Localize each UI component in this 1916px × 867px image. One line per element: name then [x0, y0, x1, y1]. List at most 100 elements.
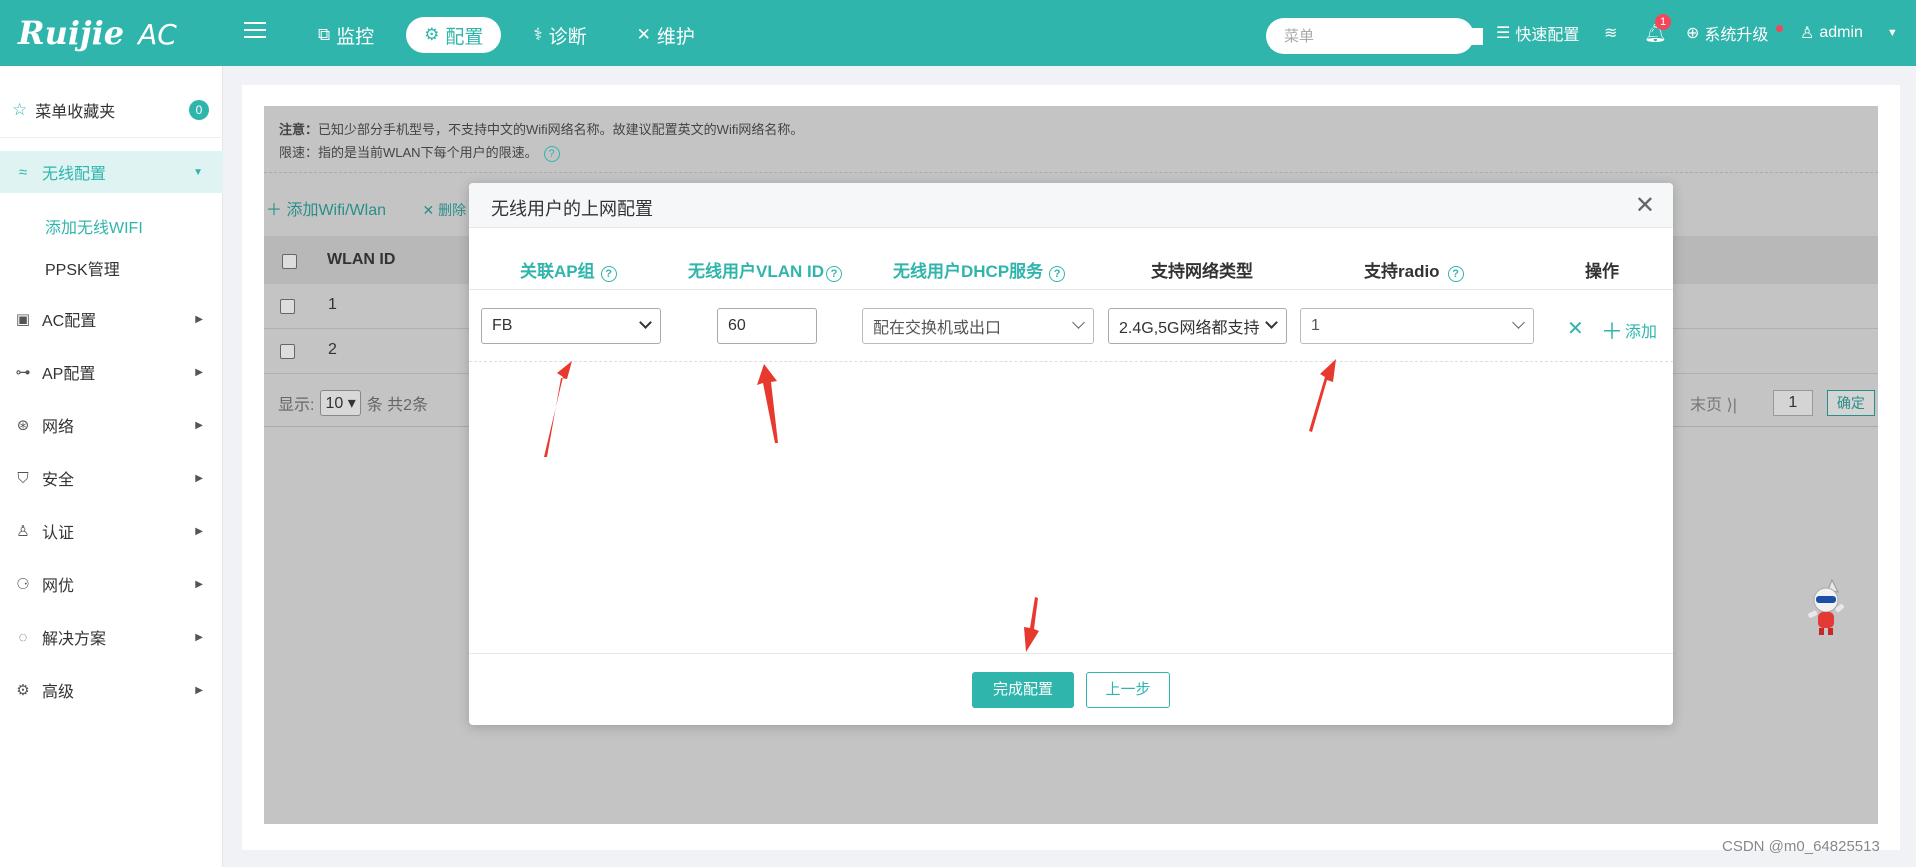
- add-row-button[interactable]: ＋添加: [1601, 314, 1657, 346]
- mascot-robot-icon[interactable]: [1802, 578, 1850, 638]
- caret-right-icon: ▶: [195, 631, 203, 643]
- system-upgrade-link[interactable]: ⊕ 系统升级: [1686, 0, 1768, 66]
- dialog-footer-divider: [469, 653, 1673, 654]
- column-header-wlan-id: WLAN ID: [327, 251, 396, 268]
- chevron-down-icon: [1072, 316, 1085, 329]
- nav-maintain[interactable]: ✕ 维护: [619, 17, 713, 53]
- remove-row-icon[interactable]: ✕: [1567, 316, 1584, 341]
- ruijie-logo: Ruijie AC: [18, 14, 177, 52]
- monitor-icon: ⧉: [318, 25, 331, 44]
- select-all-checkbox[interactable]: [282, 254, 297, 269]
- chevron-down-icon: [1265, 316, 1278, 329]
- sidebar-subitem-add-wifi[interactable]: 添加无线WIFI: [45, 214, 143, 238]
- search-icon[interactable]: [1483, 27, 1487, 45]
- sidebar-item-security[interactable]: ⛉ 安全 ▶: [0, 457, 223, 499]
- watermark: CSDN @m0_64825513: [1722, 838, 1880, 855]
- chevron-down-icon: [1512, 316, 1525, 329]
- dialog-title: 无线用户的上网配置: [491, 199, 653, 219]
- help-icon[interactable]: ?: [600, 266, 617, 282]
- caret-right-icon: ▶: [195, 419, 203, 431]
- help-icon[interactable]: ?: [543, 146, 560, 162]
- page-size-select[interactable]: 10 ▾: [320, 390, 361, 416]
- ap-icon: ⊶: [15, 364, 31, 381]
- layers-icon[interactable]: ≋: [1604, 0, 1617, 66]
- column-header-vlan-id: 无线用户VLAN ID?: [688, 257, 842, 282]
- star-folder-icon: ☆: [12, 99, 28, 119]
- sidebar-item-optimize[interactable]: ⚆ 网优 ▶: [0, 563, 223, 605]
- wlan-id-cell: 1: [328, 296, 337, 313]
- ap-group-select[interactable]: FB: [481, 308, 661, 344]
- wireless-user-config-dialog: 无线用户的上网配置 ✕ 关联AP组? 无线用户VLAN ID? 无线用户DHCP…: [469, 183, 1673, 725]
- sidebar-item-wireless[interactable]: ≈ 无线配置 ▼: [0, 151, 223, 193]
- caret-down-icon: ▼: [193, 166, 203, 178]
- bell-icon[interactable]: 🔔︎: [1644, 0, 1667, 66]
- top-bar: RuijieAC ⧉监控 ⚙配置 ⚕诊断 ✕维护 ☰快速配置 ≋ 🔔︎ 1 ⊕系…: [0, 0, 1916, 66]
- user-icon: ♙: [16, 523, 30, 540]
- optimize-icon: ⚆: [16, 576, 30, 593]
- notification-badge: 1: [1655, 14, 1671, 30]
- page-size-control: 显示: 10 ▾ 条 共2条: [278, 390, 428, 416]
- settings-icon: ⚙: [16, 682, 30, 699]
- row-checkbox[interactable]: [280, 299, 295, 314]
- sliders-icon: ☰: [1496, 25, 1511, 42]
- close-icon[interactable]: ✕: [1635, 191, 1655, 220]
- sidebar-item-auth[interactable]: ♙ 认证 ▶: [0, 510, 223, 552]
- divider: [469, 361, 1673, 362]
- favorites-count: 0: [189, 100, 209, 120]
- sidebar-item-network[interactable]: ⊛ 网络 ▶: [0, 404, 223, 446]
- network-type-select[interactable]: 2.4G,5G网络都支持: [1108, 308, 1287, 344]
- nav-diagnose[interactable]: ⚕ 诊断: [515, 17, 604, 53]
- menu-search: [1266, 18, 1487, 54]
- finish-config-button[interactable]: 完成配置: [972, 672, 1074, 708]
- gear-icon: ⚙: [424, 25, 440, 44]
- sidebar: ☆ 菜单收藏夹 0 ≈ 无线配置 ▼ 添加无线WIFI PPSK管理 ▣ AC配置 ▶ …: [0, 66, 223, 867]
- search-input[interactable]: [1284, 27, 1483, 45]
- add-wlan-button[interactable]: ＋ 添加Wifi/Wlan: [266, 202, 402, 219]
- vlan-id-input[interactable]: 60: [717, 308, 817, 344]
- stethoscope-icon: ⚕: [533, 25, 543, 44]
- wrench-icon: ✕: [636, 25, 651, 44]
- previous-step-button[interactable]: 上一步: [1086, 672, 1170, 708]
- ac-icon: ▣: [15, 311, 31, 328]
- divider: [469, 289, 1673, 290]
- pagination: 末页 ⟩| 1 确定: [1690, 390, 1875, 416]
- sidebar-item-advanced[interactable]: ⚙ 高级 ▶: [0, 669, 223, 711]
- caret-down-icon: ▼: [1886, 27, 1898, 39]
- menu-favorites[interactable]: ☆ 菜单收藏夹 0: [0, 82, 223, 138]
- column-header-ap-group: 关联AP组?: [520, 257, 617, 282]
- help-icon[interactable]: ?: [1049, 266, 1066, 282]
- chevron-down-icon: [639, 316, 652, 329]
- caret-right-icon: ▶: [195, 525, 203, 537]
- caret-right-icon: ▶: [195, 578, 203, 590]
- user-menu[interactable]: ♙ admin ▼: [1800, 0, 1898, 66]
- help-icon[interactable]: ?: [826, 266, 842, 282]
- quick-config-link[interactable]: ☰ 快速配置: [1496, 0, 1579, 66]
- dialog-header: 无线用户的上网配置 ✕: [469, 183, 1673, 228]
- column-header-dhcp: 无线用户DHCP服务?: [893, 257, 1066, 282]
- caret-right-icon: ▶: [195, 684, 203, 696]
- sidebar-item-ap[interactable]: ⊶ AP配置 ▶: [0, 351, 223, 393]
- help-icon[interactable]: ?: [1447, 266, 1464, 282]
- sidebar-item-solutions[interactable]: ◌ 解决方案 ▶: [0, 616, 223, 658]
- row-checkbox[interactable]: [280, 344, 295, 359]
- network-icon: ⊛: [16, 417, 30, 434]
- caret-right-icon: ▶: [195, 472, 203, 484]
- dhcp-service-select[interactable]: 配在交换机或出口: [862, 308, 1094, 344]
- top-nav: ⧉ 监控 ⚙ 配置 ⚕ 诊断 ✕ 维护: [300, 17, 713, 53]
- nav-monitor[interactable]: ⧉ 监控: [300, 17, 392, 53]
- notice-box: 注意：已知少部分手机型号，不支持中文的Wifi网络名称。故建议配置英文的Wifi…: [279, 122, 804, 162]
- sidebar-item-ac[interactable]: ▣ AC配置 ▶: [0, 298, 223, 340]
- shield-icon: ⛉: [17, 469, 29, 487]
- page-confirm-button[interactable]: 确定: [1826, 390, 1875, 416]
- bulb-icon: ◌: [18, 628, 28, 646]
- menu-toggle-icon[interactable]: [244, 22, 266, 40]
- page-number-input[interactable]: 1: [1772, 390, 1813, 416]
- plus-icon: ＋: [1601, 319, 1624, 344]
- nav-config[interactable]: ⚙ 配置: [406, 17, 502, 53]
- upgrade-dot: [1776, 25, 1783, 32]
- column-header-operation: 操作: [1585, 262, 1619, 281]
- wlan-actions: ＋ 添加Wifi/Wlan ✕ 删除: [266, 196, 498, 220]
- last-page-link[interactable]: 末页 ⟩|: [1690, 391, 1737, 415]
- sidebar-subitem-ppsk[interactable]: PPSK管理: [45, 256, 120, 280]
- radio-select[interactable]: 1: [1300, 308, 1534, 344]
